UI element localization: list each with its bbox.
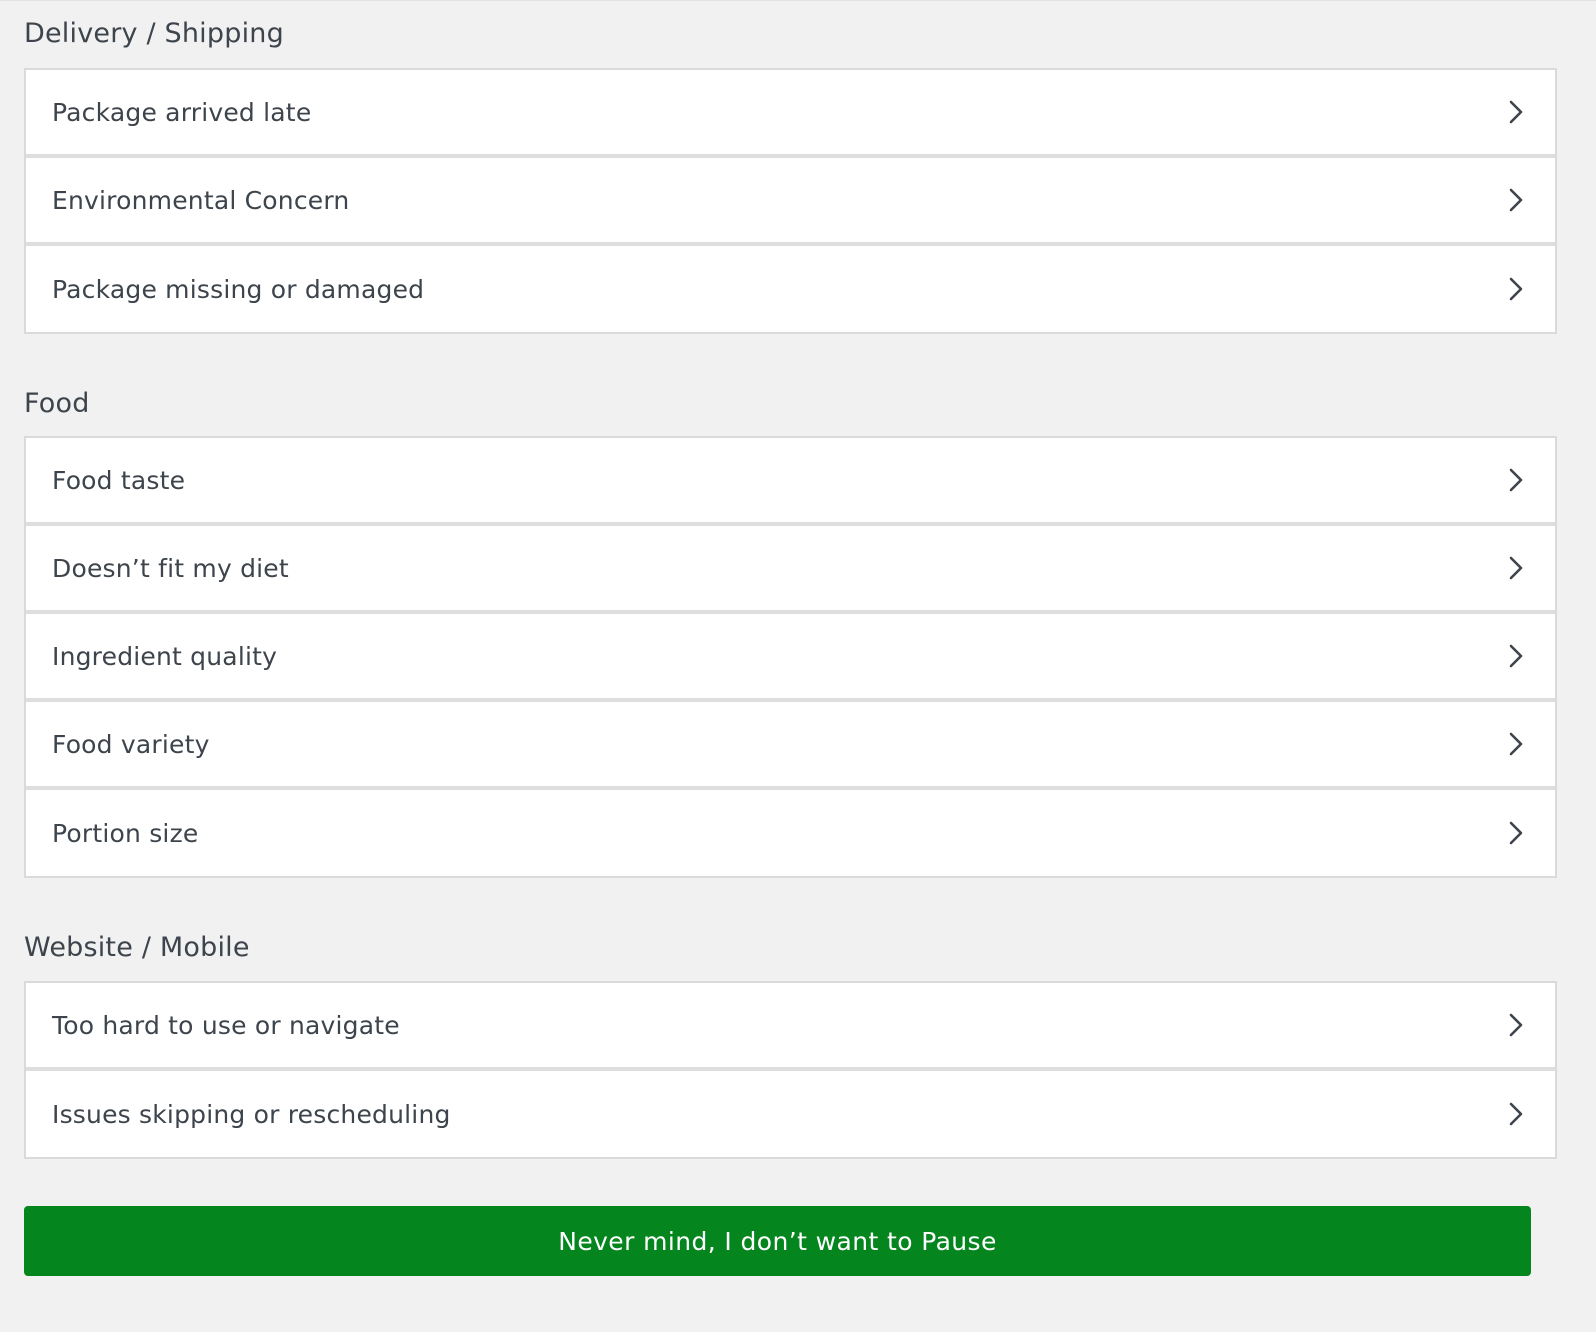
section-title-food: Food (24, 388, 90, 419)
section-title-website-mobile: Website / Mobile (24, 932, 250, 963)
reason-item-food-taste[interactable]: Food taste (26, 438, 1555, 526)
chevron-right-icon (1505, 1011, 1527, 1039)
reason-label: Environmental Concern (52, 185, 350, 215)
chevron-right-icon (1505, 819, 1527, 847)
reason-list-delivery-shipping: Package arrived late Environmental Conce… (24, 68, 1557, 334)
never-mind-button[interactable]: Never mind, I don’t want to Pause (24, 1206, 1531, 1276)
section-title-delivery-shipping: Delivery / Shipping (24, 18, 284, 49)
reason-label: Issues skipping or rescheduling (52, 1099, 451, 1129)
chevron-right-icon (1505, 98, 1527, 126)
reason-item-portion-size[interactable]: Portion size (26, 790, 1555, 876)
reason-label: Food variety (52, 729, 210, 759)
chevron-right-icon (1505, 554, 1527, 582)
reason-item-doesnt-fit-my-diet[interactable]: Doesn’t fit my diet (26, 526, 1555, 614)
chevron-right-icon (1505, 642, 1527, 670)
reason-item-too-hard-to-use[interactable]: Too hard to use or navigate (26, 983, 1555, 1071)
reason-label: Package missing or damaged (52, 274, 425, 304)
reason-label: Too hard to use or navigate (52, 1010, 400, 1040)
reason-label: Ingredient quality (52, 641, 278, 671)
reason-item-environmental-concern[interactable]: Environmental Concern (26, 158, 1555, 246)
reason-item-package-arrived-late[interactable]: Package arrived late (26, 70, 1555, 158)
chevron-right-icon (1505, 730, 1527, 758)
chevron-right-icon (1505, 1100, 1527, 1128)
reason-label: Package arrived late (52, 97, 312, 127)
reason-label: Portion size (52, 818, 199, 848)
reason-item-package-missing-or-damaged[interactable]: Package missing or damaged (26, 246, 1555, 332)
chevron-right-icon (1505, 275, 1527, 303)
reason-list-website-mobile: Too hard to use or navigate Issues skipp… (24, 981, 1557, 1159)
chevron-right-icon (1505, 186, 1527, 214)
reason-list-food: Food taste Doesn’t fit my diet Ingredien… (24, 436, 1557, 878)
reason-item-ingredient-quality[interactable]: Ingredient quality (26, 614, 1555, 702)
reason-label: Doesn’t fit my diet (52, 553, 289, 583)
reason-item-food-variety[interactable]: Food variety (26, 702, 1555, 790)
reason-label: Food taste (52, 465, 186, 495)
chevron-right-icon (1505, 466, 1527, 494)
reason-item-issues-skipping-or-rescheduling[interactable]: Issues skipping or rescheduling (26, 1071, 1555, 1157)
